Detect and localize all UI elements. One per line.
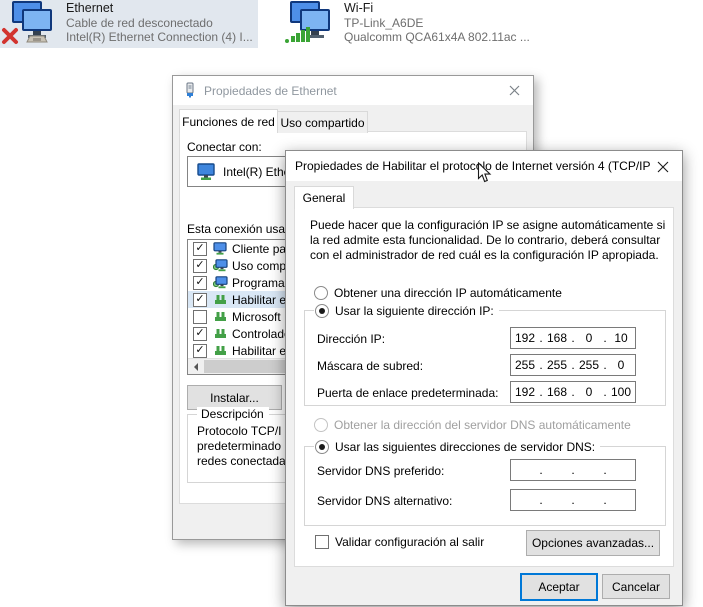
tab-uso-label: Uso compartido	[280, 115, 365, 130]
intro-text: Puede hacer que la configuración IP se a…	[310, 218, 666, 262]
preferred-dns-field[interactable]: . . .	[510, 459, 636, 481]
wifi-signal-icon	[278, 0, 344, 46]
checkbox-unchecked-icon[interactable]	[315, 535, 329, 549]
use-ip-groupbox: Usar la siguiente dirección IP: Direcció…	[304, 304, 666, 406]
list-item-label: Cliente pa	[232, 241, 287, 256]
use-dns-groupbox: Usar las siguientes direcciones de servi…	[304, 440, 666, 526]
connect-with-label: Conectar con:	[187, 140, 262, 154]
protocol-icon	[212, 311, 228, 322]
advanced-options-label: Opciones avanzadas...	[531, 536, 655, 550]
subnet-mask-field[interactable]: 255. 255. 255. 0	[510, 354, 636, 376]
wifi-device: Qualcomm QCA61x4A 802.11ac ...	[344, 30, 530, 44]
alternate-dns-field[interactable]: . . .	[510, 489, 636, 511]
ethernet-disconnected-icon	[0, 0, 66, 46]
close-icon[interactable]	[646, 155, 680, 178]
advanced-options-button[interactable]: Opciones avanzadas...	[526, 530, 660, 556]
ip-address-field[interactable]: 192. 168. 0. 10	[510, 327, 636, 349]
radio-icon[interactable]	[314, 286, 328, 300]
wifi-name: Wi-Fi	[344, 1, 374, 15]
wifi-status: TP-Link_A6DE	[344, 15, 424, 30]
ethernet-dialog-titlebar: Propiedades de Ethernet	[173, 76, 533, 105]
cancel-button-label: Cancelar	[611, 579, 661, 594]
checkbox-checked-icon[interactable]	[193, 241, 207, 256]
protocol-icon	[212, 294, 228, 305]
network-adapter-icon	[182, 82, 198, 101]
default-gateway-label: Puerta de enlace predeterminada:	[317, 386, 499, 400]
list-item-label: Microsoft	[232, 309, 281, 324]
accept-button-label: Aceptar	[538, 580, 580, 594]
protocol-icon	[212, 328, 228, 339]
radio-obtain-dns-label: Obtener la dirección del servidor DNS au…	[334, 418, 631, 432]
network-adapter-ethernet[interactable]: Ethernet Cable de red desconectado Intel…	[0, 0, 258, 48]
checkbox-checked-icon[interactable]	[193, 343, 207, 358]
description-line: predeterminado	[197, 439, 282, 453]
ethernet-dialog-title: Propiedades de Ethernet	[204, 83, 337, 98]
tab-funciones-label: Funciones de red	[182, 114, 275, 129]
tab-general-label: General	[302, 191, 346, 205]
protocol-icon	[212, 345, 228, 356]
radio-use-ip[interactable]: Usar la siguiente dirección IP:	[314, 304, 499, 318]
scroll-left-icon[interactable]	[188, 359, 203, 374]
radio-obtain-ip-label: Obtener una dirección IP automáticamente	[334, 286, 562, 300]
list-item-label: Habilitar el	[232, 292, 289, 307]
adapter-name: Intel(R) Ethe	[223, 164, 291, 179]
description-line: Protocolo TCP/I	[197, 424, 282, 438]
ipv4-dialog-title: Propiedades de Habilitar el protocolo de…	[295, 159, 650, 173]
checkbox-checked-icon[interactable]	[193, 326, 207, 341]
list-item-label: Uso comp	[232, 258, 287, 273]
network-connections-window: Ethernet Cable de red desconectado Intel…	[0, 0, 703, 607]
ethernet-status: Cable de red desconectado	[66, 15, 213, 30]
adapter-monitor-icon	[196, 162, 216, 181]
list-item-label: Habilitar el	[232, 343, 289, 358]
radio-obtain-dns-auto: Obtener la dirección del servidor DNS au…	[314, 418, 631, 432]
list-item-label: Controlado	[232, 326, 291, 341]
network-adapter-wifi[interactable]: Wi-Fi TP-Link_A6DE Qualcomm QCA61x4A 802…	[278, 0, 568, 48]
service-icon	[212, 259, 228, 272]
radio-use-dns-label: Usar las siguientes direcciones de servi…	[335, 440, 596, 454]
default-gateway-field[interactable]: 192. 168. 0. 100	[510, 381, 636, 403]
tab-uso-compartido[interactable]: Uso compartido	[277, 111, 368, 133]
install-button-label: Instalar...	[210, 390, 259, 405]
tab-funciones-de-red[interactable]: Funciones de red	[179, 109, 278, 133]
connection-uses-label: Esta conexión usa l	[187, 222, 292, 236]
validate-checkbox-label: Validar configuración al salir	[335, 535, 485, 549]
radio-use-ip-label: Usar la siguiente dirección IP:	[335, 304, 494, 318]
radio-selected-icon[interactable]	[315, 440, 329, 454]
accept-button[interactable]: Aceptar	[520, 573, 598, 601]
checkbox-unchecked-icon[interactable]	[193, 309, 207, 324]
radio-disabled-icon	[314, 418, 328, 432]
radio-selected-icon[interactable]	[315, 304, 329, 318]
radio-use-dns[interactable]: Usar las siguientes direcciones de servi…	[314, 440, 601, 454]
ip-address-label: Dirección IP:	[317, 332, 386, 346]
preferred-dns-label: Servidor DNS preferido:	[317, 464, 445, 478]
radio-obtain-ip-auto[interactable]: Obtener una dirección IP automáticamente	[314, 286, 562, 300]
list-item-label: Programad	[232, 275, 292, 290]
mouse-cursor-icon	[477, 161, 492, 187]
description-title: Descripción	[197, 407, 269, 421]
cancel-button[interactable]: Cancelar	[602, 574, 670, 599]
close-icon[interactable]	[497, 79, 531, 102]
ipv4-properties-dialog: Propiedades de Habilitar el protocolo de…	[285, 150, 683, 606]
ethernet-device: Intel(R) Ethernet Connection (4) I...	[66, 30, 253, 44]
checkbox-checked-icon[interactable]	[193, 275, 207, 290]
tab-general[interactable]: General	[294, 186, 354, 209]
checkbox-checked-icon[interactable]	[193, 292, 207, 307]
subnet-mask-label: Máscara de subred:	[317, 359, 424, 373]
description-line: redes conectada	[197, 454, 286, 468]
service-icon	[212, 276, 228, 289]
alternate-dns-label: Servidor DNS alternativo:	[317, 494, 453, 508]
ethernet-name: Ethernet	[66, 1, 114, 15]
validate-checkbox-row[interactable]: Validar configuración al salir	[315, 535, 484, 549]
client-icon	[212, 242, 228, 255]
checkbox-checked-icon[interactable]	[193, 258, 207, 273]
